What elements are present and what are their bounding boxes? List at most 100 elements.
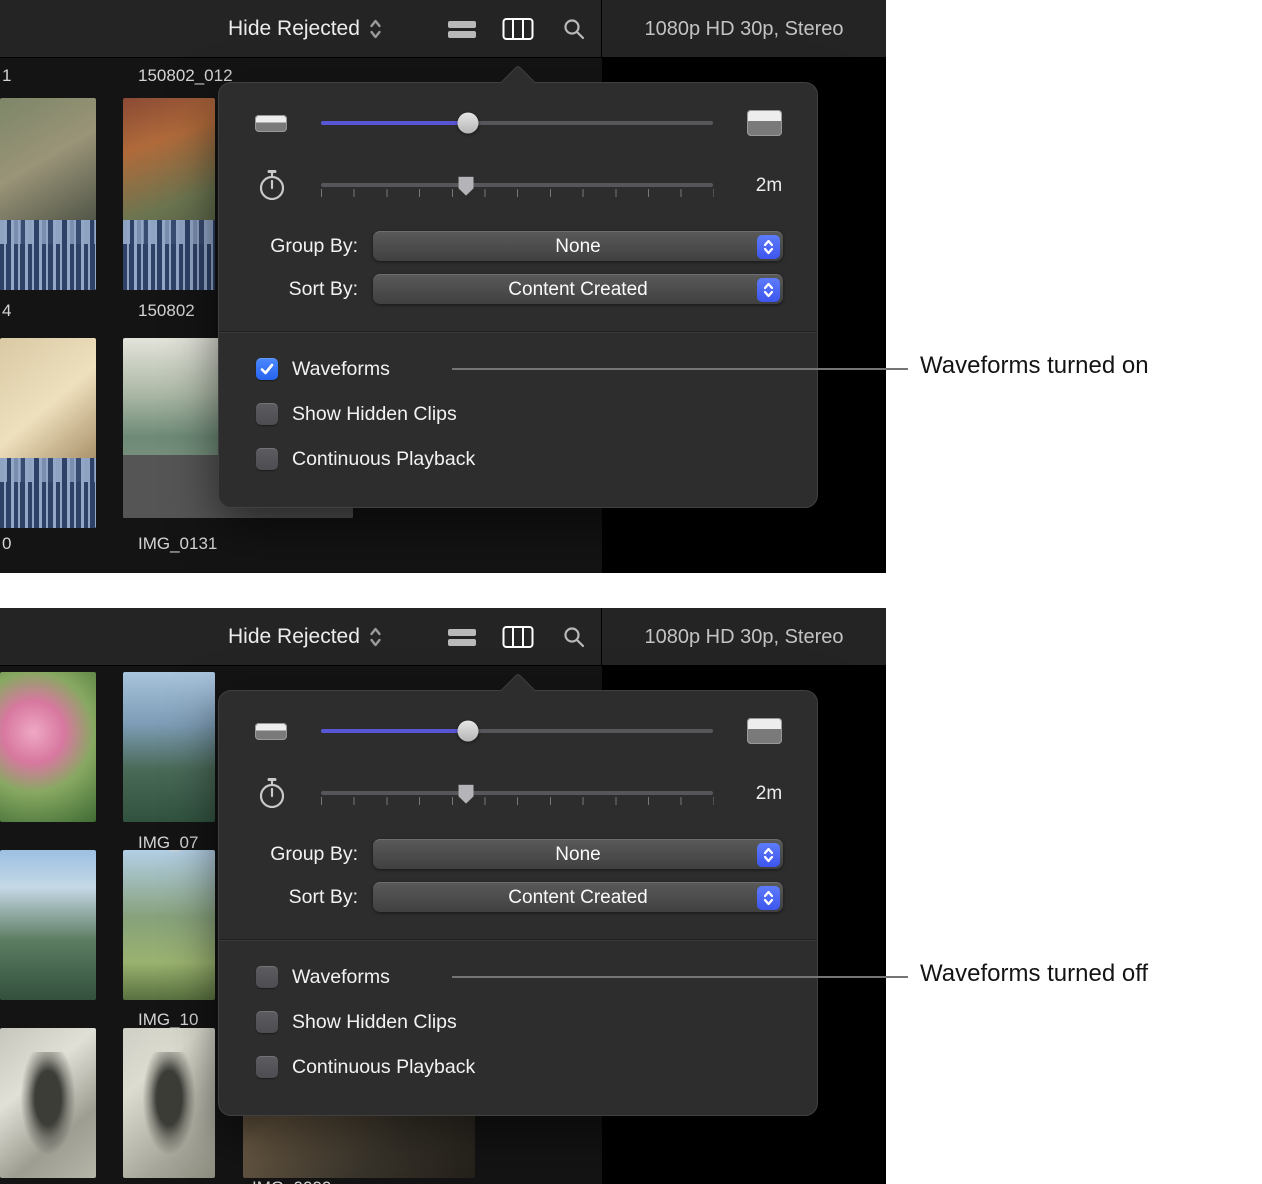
waveforms-checkbox-label[interactable]: Waveforms (292, 966, 390, 989)
sort-by-value: Content Created (508, 279, 647, 301)
duration-tick-marks (321, 189, 714, 197)
group-by-value: None (555, 236, 600, 258)
clip-thumbnail-stone-carving-2[interactable] (123, 1028, 215, 1178)
clip-appearance-slider-thumb[interactable] (458, 113, 479, 134)
panel-waveforms-on: Hide Rejected 1080p HD 30p, Stereo (0, 0, 1262, 573)
duration-stopwatch-icon (257, 777, 287, 809)
clip-appearance-slider[interactable] (321, 121, 713, 125)
clip-thumbnail-valley[interactable] (123, 850, 215, 1000)
duration-tick-marks (321, 797, 714, 805)
figure-canvas: Hide Rejected 1080p HD 30p, Stereo (0, 0, 1262, 1184)
clip-thumbnail-lake[interactable] (123, 672, 215, 822)
clip-thumbnail-umbrella-street[interactable] (123, 98, 215, 290)
duration-slider[interactable] (321, 791, 713, 795)
popup-stepper-icon (757, 278, 780, 302)
clip-size-small-icon (255, 723, 287, 740)
clip-name-label: IMG_0090 (252, 1178, 331, 1184)
clip-name-label: 4 (2, 301, 11, 321)
show-hidden-clips-row: Show Hidden Clips (256, 1011, 457, 1033)
popover-divider (219, 939, 817, 940)
waveforms-row: Waveforms (256, 966, 390, 988)
clip-thumbnail-street[interactable] (0, 98, 96, 290)
clip-size-small-icon (255, 115, 287, 132)
clip-name-label: 150802_012 (138, 66, 233, 86)
filter-popup[interactable]: Hide Rejected (228, 608, 382, 666)
clip-appearance-slider-thumb[interactable] (458, 721, 479, 742)
continuous-playback-checkbox[interactable] (256, 448, 278, 470)
clip-thumbnail-peaks[interactable] (0, 850, 96, 1000)
filter-label: Hide Rejected (228, 17, 360, 41)
show-hidden-clips-checkbox[interactable] (256, 1011, 278, 1033)
continuous-playback-row: Continuous Playback (256, 1056, 475, 1078)
clip-appearance-popover: 2m Group By: None Sort By: Content Creat… (218, 690, 818, 1116)
panel-waveforms-off: Hide Rejected 1080p HD 30p, Stereo (0, 608, 1262, 1184)
popup-stepper-icon (757, 235, 780, 259)
clip-name-label: 1 (2, 66, 11, 86)
clip-appearance-button[interactable] (498, 0, 538, 58)
waveforms-checkbox[interactable] (256, 358, 278, 380)
clip-name-label: 150802 (138, 301, 195, 321)
browser-toolbar: Hide Rejected 1080p HD 30p, Stereo (0, 608, 886, 666)
callout-line (452, 976, 908, 978)
clip-waveform (0, 458, 96, 528)
search-button[interactable] (554, 0, 594, 58)
continuous-playback-row: Continuous Playback (256, 448, 475, 470)
show-hidden-clips-row: Show Hidden Clips (256, 403, 457, 425)
clip-thumbnail-map[interactable] (0, 338, 96, 528)
group-by-label: Group By: (219, 843, 358, 866)
slider-fill (321, 121, 468, 125)
sort-by-value: Content Created (508, 887, 647, 909)
callout-line (452, 368, 908, 370)
search-icon (562, 17, 586, 41)
list-view-button[interactable] (442, 608, 482, 666)
show-hidden-clips-label[interactable]: Show Hidden Clips (292, 1011, 457, 1034)
popup-stepper-icon (757, 886, 780, 910)
sort-by-label: Sort By: (219, 886, 358, 909)
duration-slider[interactable] (321, 183, 713, 187)
search-button[interactable] (554, 608, 594, 666)
clip-waveform (123, 220, 215, 290)
group-by-label: Group By: (219, 235, 358, 258)
list-view-button[interactable] (442, 0, 482, 58)
clip-appearance-popover: 2m Group By: None Sort By: Content Creat… (218, 82, 818, 508)
show-hidden-clips-checkbox[interactable] (256, 403, 278, 425)
clip-waveform (0, 220, 96, 290)
project-format-label: 1080p HD 30p, Stereo (602, 0, 886, 58)
list-view-icon (447, 17, 477, 41)
waveforms-checkbox-label[interactable]: Waveforms (292, 358, 390, 381)
project-format-label: 1080p HD 30p, Stereo (602, 608, 886, 666)
continuous-playback-label[interactable]: Continuous Playback (292, 1056, 475, 1079)
waveforms-checkbox[interactable] (256, 966, 278, 988)
annotation-waveforms-on: Waveforms turned on (920, 352, 1149, 380)
popup-updown-icon (369, 18, 382, 40)
clip-size-large-icon (747, 718, 782, 744)
duration-value: 2m (747, 783, 791, 805)
clip-thumbnail-stone-carving-1[interactable] (0, 1028, 96, 1178)
clip-name-label: IMG_07 (138, 833, 198, 853)
group-by-value: None (555, 844, 600, 866)
show-hidden-clips-label[interactable]: Show Hidden Clips (292, 403, 457, 426)
sort-by-popup[interactable]: Content Created (373, 274, 783, 304)
clip-appearance-slider[interactable] (321, 729, 713, 733)
list-view-icon (447, 625, 477, 649)
slider-fill (321, 729, 468, 733)
continuous-playback-checkbox[interactable] (256, 1056, 278, 1078)
clip-name-label: 0 (2, 534, 11, 554)
sort-by-popup[interactable]: Content Created (373, 882, 783, 912)
popover-divider (219, 331, 817, 332)
clip-name-label: IMG_10 (138, 1010, 198, 1030)
group-by-popup[interactable]: None (373, 231, 783, 261)
clip-thumbnail-lotus[interactable] (0, 672, 96, 822)
filter-popup[interactable]: Hide Rejected (228, 0, 382, 58)
continuous-playback-label[interactable]: Continuous Playback (292, 448, 475, 471)
filmstrip-icon (502, 625, 534, 649)
duration-value: 2m (747, 175, 791, 197)
popup-stepper-icon (757, 843, 780, 867)
fcp-browser-window: Hide Rejected 1080p HD 30p, Stereo (0, 0, 886, 573)
clip-name-label: IMG_0131 (138, 534, 217, 554)
check-icon (259, 361, 275, 377)
group-by-popup[interactable]: None (373, 839, 783, 869)
browser-toolbar: Hide Rejected 1080p HD 30p, Stereo (0, 0, 886, 58)
duration-stopwatch-icon (257, 169, 287, 201)
clip-appearance-button[interactable] (498, 608, 538, 666)
